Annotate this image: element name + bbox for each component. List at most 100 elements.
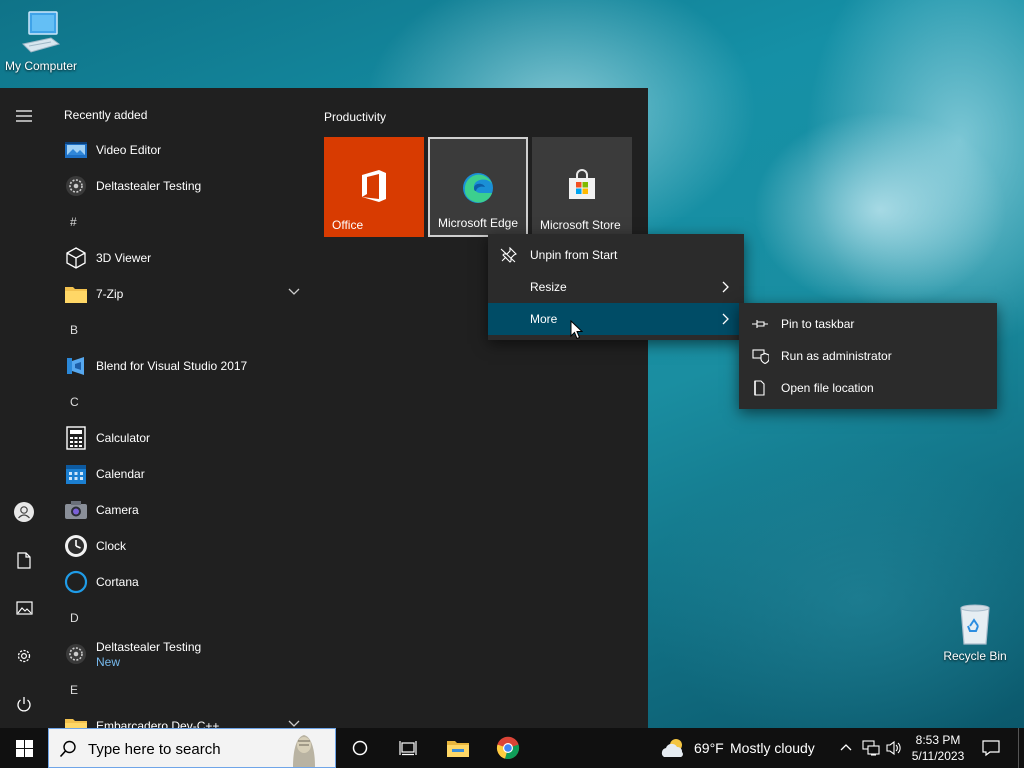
app-item-label: Calendar <box>96 467 145 481</box>
new-badge: New <box>96 654 121 669</box>
chevron-down-icon[interactable] <box>288 288 300 296</box>
unpin-icon <box>500 247 517 263</box>
app-item-label: Blend for Visual Studio 2017 <box>96 359 248 373</box>
office-icon <box>362 170 386 202</box>
folder-icon <box>64 282 88 306</box>
volume-icon[interactable] <box>886 740 902 756</box>
search-highlight-illustration-icon <box>279 731 329 767</box>
recently-added-header: Recently added <box>64 108 148 122</box>
chrome-icon <box>496 736 520 760</box>
network-icon[interactable] <box>862 740 880 756</box>
cube-icon <box>64 246 88 270</box>
app-item-label: Embarcadero Dev-C++ <box>96 719 220 728</box>
my-computer-desktop-icon[interactable]: My Computer <box>0 8 82 73</box>
folder-icon <box>64 714 88 728</box>
app-item-clock[interactable]: Clock <box>48 528 310 564</box>
settings-button[interactable] <box>0 636 48 676</box>
app-item-video-editor[interactable]: Video Editor <box>48 132 310 168</box>
recycle-bin-label: Recycle Bin <box>943 649 1007 663</box>
clock-icon <box>64 534 88 558</box>
letter-header-d[interactable]: D <box>48 600 310 636</box>
tile-microsoft-store[interactable]: Microsoft Store <box>532 137 632 237</box>
app-item-calendar[interactable]: Calendar <box>48 456 310 492</box>
gear-app-icon <box>64 174 88 198</box>
clock-date: 5/11/2023 <box>911 749 965 763</box>
app-item-label: Deltastealer Testing New <box>96 640 201 669</box>
taskbar: Type here to search 69°F Mostly cloudy 8… <box>0 728 1024 768</box>
edge-icon <box>463 173 493 203</box>
tile-office[interactable]: Office <box>324 137 424 237</box>
letter-header-c[interactable]: C <box>48 384 310 420</box>
document-icon <box>17 551 31 569</box>
start-menu: Recently added Video Editor Deltastealer… <box>0 88 648 728</box>
chevron-down-icon[interactable] <box>288 720 300 728</box>
app-item-deltastealer-testing-new[interactable]: Deltastealer Testing New <box>48 636 310 672</box>
app-item-label: 3D Viewer <box>96 251 152 265</box>
app-item-7-zip[interactable]: 7-Zip <box>48 276 310 312</box>
chevron-up-icon[interactable] <box>840 742 852 752</box>
submenu-item-label: Open file location <box>781 381 874 395</box>
tile-group-title[interactable]: Productivity <box>324 110 386 124</box>
letter-header-e[interactable]: E <box>48 672 310 708</box>
pin-icon <box>752 320 768 328</box>
app-item-label: Calculator <box>96 431 151 445</box>
tile-label: Microsoft Store <box>540 218 621 232</box>
power-button[interactable] <box>0 684 48 724</box>
weather-widget[interactable]: 69°F Mostly cloudy <box>660 728 830 768</box>
hamburger-icon <box>16 110 32 122</box>
action-center-button[interactable] <box>976 728 1006 768</box>
account-button[interactable] <box>0 492 48 532</box>
letter-header-b[interactable]: B <box>48 312 310 348</box>
user-icon <box>14 502 34 522</box>
search-placeholder: Type here to search <box>88 741 221 758</box>
shield-icon <box>752 349 769 364</box>
show-desktop-button[interactable] <box>1018 728 1024 768</box>
taskbar-clock[interactable]: 8:53 PM 5/11/2023 <box>906 732 970 764</box>
picture-icon <box>15 601 33 615</box>
app-item-label: Cortana <box>96 575 139 589</box>
app-list: Recently added Video Editor Deltastealer… <box>48 88 310 728</box>
chrome-button[interactable] <box>484 728 532 768</box>
run-as-administrator-item[interactable]: Run as administrator <box>739 340 997 372</box>
context-item-label: More <box>530 312 558 326</box>
letter-header-hash[interactable]: # <box>48 204 310 240</box>
taskbar-search-box[interactable]: Type here to search <box>48 728 336 768</box>
windows-logo-icon <box>15 739 33 757</box>
start-button[interactable] <box>0 728 48 768</box>
app-item-calculator[interactable]: Calculator <box>48 420 310 456</box>
file-location-icon <box>754 380 765 396</box>
search-icon <box>59 740 76 758</box>
app-item-blend-visual-studio[interactable]: Blend for Visual Studio 2017 <box>48 348 310 384</box>
pin-to-taskbar-item[interactable]: Pin to taskbar <box>739 308 997 340</box>
pictures-button[interactable] <box>0 588 48 628</box>
mouse-cursor-icon <box>570 320 583 340</box>
app-item-cortana[interactable]: Cortana <box>48 564 310 600</box>
app-item-name: Deltastealer Testing <box>96 639 202 654</box>
open-file-location-item[interactable]: Open file location <box>739 372 997 404</box>
tile-microsoft-edge[interactable]: Microsoft Edge <box>428 137 528 237</box>
recycle-bin-desktop-icon[interactable]: Recycle Bin <box>934 602 1016 663</box>
power-icon <box>17 696 31 711</box>
tile-label: Microsoft Edge <box>438 216 519 230</box>
app-item-camera[interactable]: Camera <box>48 492 310 528</box>
weather-temperature: 69°F <box>694 740 724 756</box>
resize-item[interactable]: Resize <box>488 271 744 303</box>
more-item[interactable]: More <box>488 303 744 335</box>
task-view-button[interactable] <box>384 728 432 768</box>
context-item-label: Unpin from Start <box>530 248 618 262</box>
file-explorer-button[interactable] <box>434 728 482 768</box>
blend-icon <box>64 354 88 378</box>
unpin-from-start-item[interactable]: Unpin from Start <box>488 239 744 271</box>
context-item-label: Resize <box>530 280 567 294</box>
file-explorer-icon <box>447 741 469 757</box>
app-item-3d-viewer[interactable]: 3D Viewer <box>48 240 310 276</box>
documents-button[interactable] <box>0 540 48 580</box>
app-item-deltastealer-testing[interactable]: Deltastealer Testing <box>48 168 310 204</box>
app-item-embarcadero-dev-cpp[interactable]: Embarcadero Dev-C++ <box>48 708 310 728</box>
clock-time: 8:53 PM <box>915 733 961 747</box>
cortana-button[interactable] <box>336 728 384 768</box>
app-item-label: Deltastealer Testing <box>96 179 202 193</box>
start-rail <box>0 88 48 728</box>
store-bag-icon <box>569 169 595 199</box>
expand-menu-button[interactable] <box>0 96 48 136</box>
